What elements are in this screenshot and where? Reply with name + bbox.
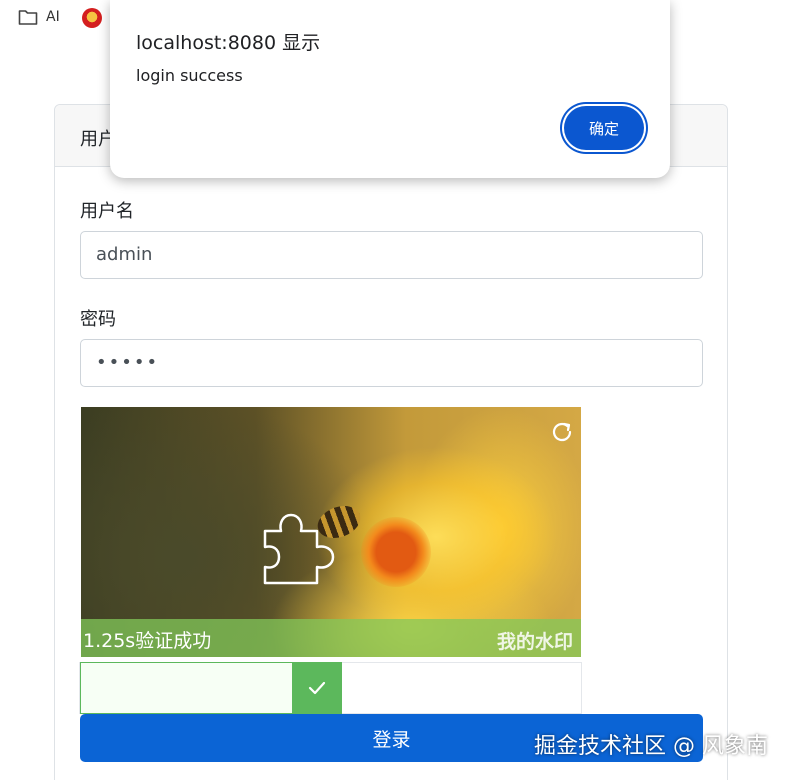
username-input[interactable]: admin [80,231,703,279]
captcha-slider-track [79,662,582,714]
captcha-image: 1.25s验证成功 我的水印 [81,407,581,657]
dialog-ok-button[interactable]: 确定 [564,106,644,150]
captcha-result-banner: 1.25s验证成功 我的水印 [81,619,581,657]
puzzle-piece-outline [263,513,335,585]
site-watermark: 掘金技术社区 @ 风象南 [534,734,768,759]
refresh-icon[interactable] [549,419,575,445]
bookmark-emblem[interactable] [82,8,102,28]
dialog-message: login success [136,66,243,85]
flower-center [361,517,431,587]
captcha-success-message: 1.25s验证成功 [83,630,212,652]
check-icon [308,681,326,695]
bookmark-label: AI [46,9,60,25]
login-card: 用户登录 用户名 admin 密码 ••••• 1.25s验证成功 我的水印 [54,104,728,780]
password-label: 密码 [80,309,116,330]
national-emblem-icon [82,8,102,28]
username-label: 用户名 [80,201,134,222]
dialog-title: localhost:8080 显示 [136,32,321,54]
password-input[interactable]: ••••• [80,339,703,387]
bookmark-folder-ai[interactable]: AI [18,8,60,26]
folder-icon [18,10,38,25]
slider-progress-fill [80,662,292,714]
alert-dialog: localhost:8080 显示 login success 确定 [110,0,670,178]
slider-handle[interactable] [292,662,342,714]
captcha-watermark: 我的水印 [496,631,573,653]
browser-page: AI 用户登录 用户名 admin 密码 ••••• 1.25s验证成功 [0,0,790,780]
